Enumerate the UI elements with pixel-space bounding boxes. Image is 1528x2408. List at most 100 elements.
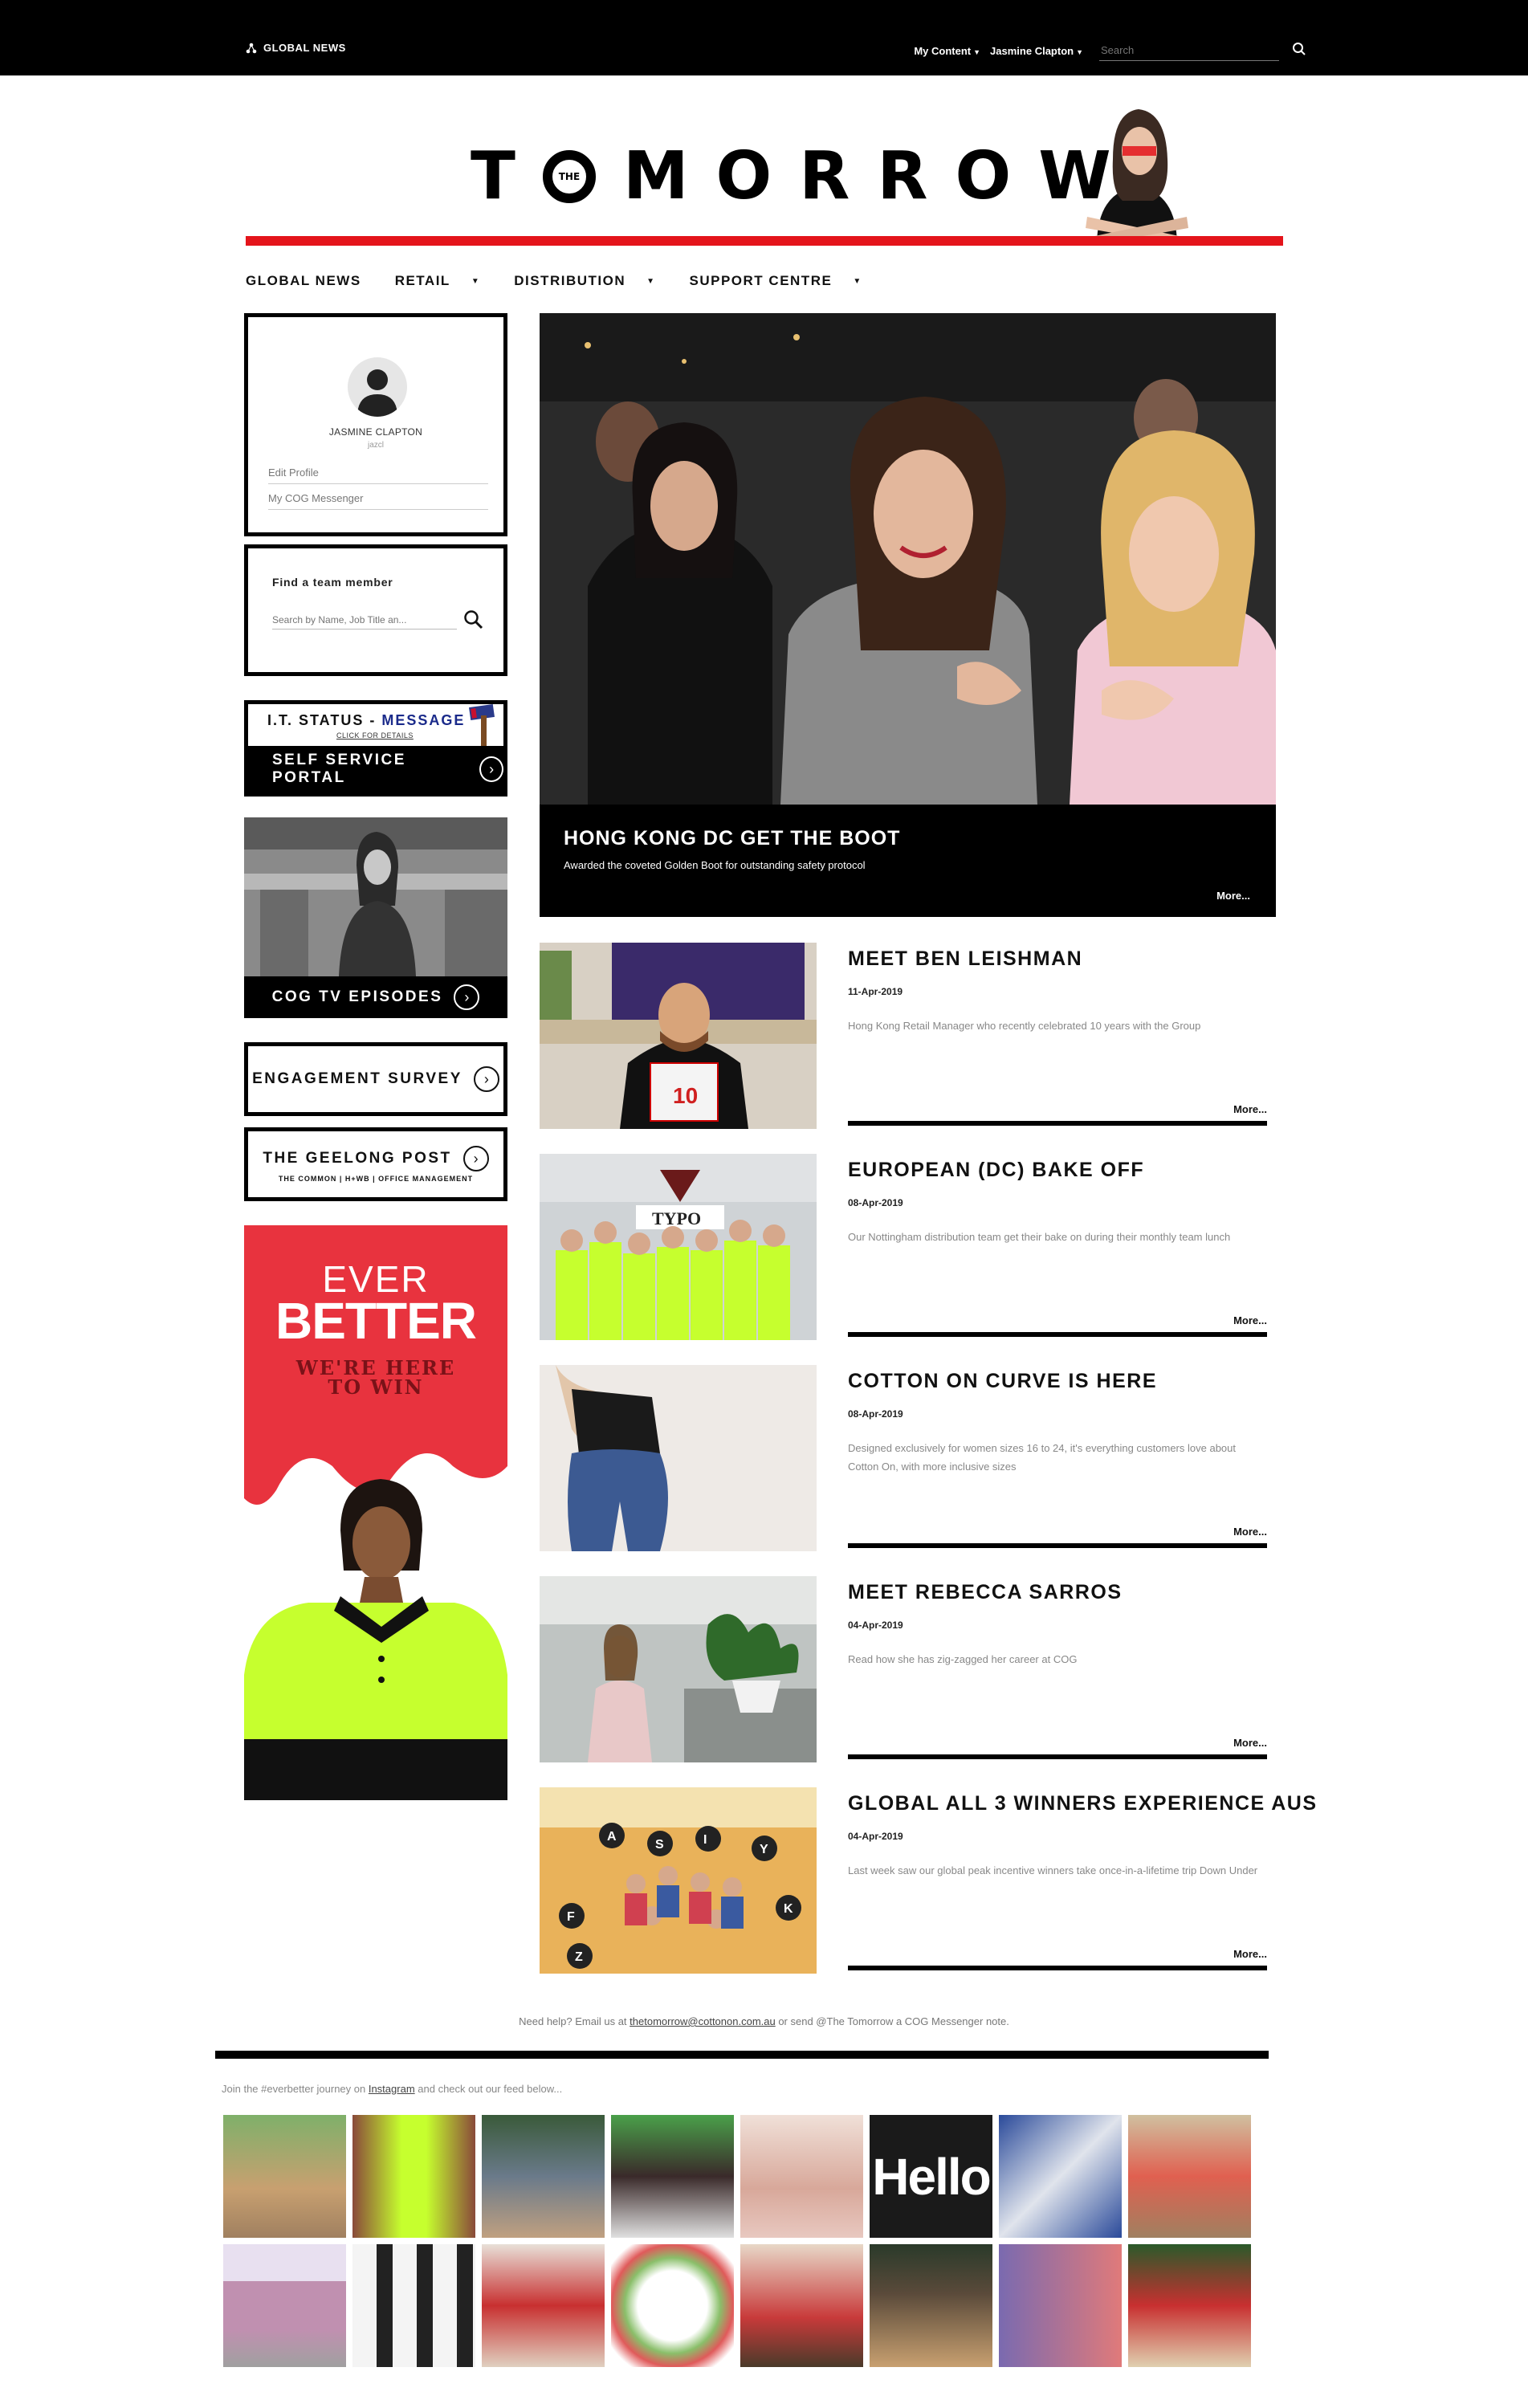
cog-messenger-link[interactable]: My COG Messenger — [268, 492, 488, 510]
instagram-post[interactable] — [740, 2244, 863, 2367]
brand-label: GLOBAL NEWS — [263, 42, 346, 54]
instagram-post[interactable] — [352, 2244, 475, 2367]
user-menu[interactable]: Jasmine Clapton ▼ — [990, 45, 1083, 57]
instagram-link[interactable]: Instagram — [369, 2083, 415, 2095]
svg-text:K: K — [784, 1902, 793, 1916]
engagement-survey-button[interactable]: ENGAGEMENT SURVEY › — [244, 1042, 507, 1116]
search-icon[interactable] — [1292, 42, 1306, 56]
article-more-link[interactable]: More... — [1233, 1526, 1267, 1538]
article-date: 11-Apr-2019 — [848, 986, 903, 997]
article-title[interactable]: GLOBAL ALL 3 WINNERS EXPERIENCE AUS — [848, 1792, 1318, 1815]
article-divider — [848, 1121, 1267, 1126]
instagram-post[interactable] — [482, 2244, 605, 2367]
help-email-link[interactable]: thetomorrow@cottonon.com.au — [630, 2015, 776, 2027]
nav-global-news[interactable]: GLOBAL NEWS — [246, 273, 361, 289]
article-more-link[interactable]: More... — [1233, 1103, 1267, 1115]
instagram-post[interactable] — [223, 2115, 346, 2238]
global-news-home-link[interactable]: GLOBAL NEWS — [246, 42, 346, 54]
search-icon[interactable] — [463, 609, 484, 630]
it-status-details-link[interactable]: CLICK FOR DETAILS — [336, 731, 414, 740]
svg-text:S: S — [655, 1838, 664, 1852]
user-menu-label: Jasmine Clapton — [990, 44, 1074, 57]
instagram-feed: Hello — [223, 2115, 1257, 2367]
nav-label: DISTRIBUTION — [514, 273, 626, 288]
masthead: T THE MORROW. — [246, 75, 1283, 246]
chevron-down-icon: ▼ — [646, 276, 656, 286]
article-thumbnail-rebecca[interactable] — [540, 1576, 817, 1762]
finder-title: Find a team member — [272, 576, 393, 589]
instagram-post[interactable] — [1128, 2115, 1251, 2238]
portal-label: SELF SERVICE PORTAL — [272, 752, 406, 786]
article-divider — [848, 1332, 1267, 1337]
geelong-post-button[interactable]: THE GEELONG POST › THE COMMON | H+WB | O… — [244, 1127, 507, 1201]
nav-retail[interactable]: RETAIL ▼ — [395, 273, 481, 289]
article-date: 04-Apr-2019 — [848, 1831, 903, 1842]
instagram-post[interactable] — [223, 2244, 346, 2367]
svg-text:TYPO: TYPO — [652, 1208, 701, 1228]
article-date: 04-Apr-2019 — [848, 1620, 903, 1631]
article-more-link[interactable]: More... — [1233, 1948, 1267, 1960]
top-bar: GLOBAL NEWS My Content ▼ Jasmine Clapton ▼ — [0, 0, 1528, 75]
article-divider — [848, 1543, 1267, 1548]
my-content-menu[interactable]: My Content ▼ — [914, 45, 980, 57]
article-thumbnail-bakeoff[interactable]: TYPO — [540, 1154, 817, 1340]
article-title[interactable]: MEET REBECCA SARROS — [848, 1581, 1123, 1604]
hero-more-link[interactable]: More... — [1216, 890, 1250, 902]
chevron-down-icon: ▼ — [853, 276, 862, 286]
gavel-icon — [469, 703, 495, 751]
instagram-post[interactable] — [352, 2115, 475, 2238]
article-thumbnail-winners[interactable]: A S I Y F K Z — [540, 1787, 817, 1974]
nav-label: RETAIL — [394, 273, 450, 288]
article-divider — [848, 1966, 1267, 1970]
instagram-post[interactable] — [870, 2244, 992, 2367]
nav-support-centre[interactable]: SUPPORT CENTRE ▼ — [690, 273, 862, 289]
instagram-post[interactable] — [999, 2115, 1122, 2238]
it-status-card[interactable]: I.T. STATUS - MESSAGE CLICK FOR DETAILS … — [244, 700, 507, 797]
main-nav: GLOBAL NEWS RETAIL ▼ DISTRIBUTION ▼ SUPPOR… — [246, 273, 896, 289]
ad-tagline: WE'RE HERE TO WIN — [295, 1356, 456, 1399]
instagram-post[interactable] — [611, 2115, 734, 2238]
instagram-post[interactable] — [999, 2244, 1122, 2367]
help-text: Need help? Email us at thetomorrow@cotto… — [519, 2015, 1009, 2027]
article-item: A S I Y F K Z GLOBAL ALL 3 WINNERS EXPERIENCE… — [540, 1787, 1316, 1974]
instagram-post[interactable] — [611, 2244, 734, 2367]
nav-label: GLOBAL NEWS — [246, 273, 361, 288]
cog-tv-card[interactable]: COG TV EPISODES › — [244, 817, 507, 1018]
search-input[interactable] — [1099, 43, 1260, 57]
article-divider — [848, 1754, 1267, 1759]
team-search-input[interactable] — [272, 611, 457, 630]
chevron-right-icon: › — [479, 756, 503, 782]
article-summary: Last week saw our global peak incentive … — [848, 1864, 1258, 1876]
instagram-intro: Join the #everbetter journey on Instagra… — [222, 2083, 563, 2095]
article-more-link[interactable]: More... — [1233, 1314, 1267, 1326]
article-thumbnail-curve[interactable] — [540, 1365, 817, 1551]
avatar[interactable] — [348, 357, 407, 417]
nav-distribution[interactable]: DISTRIBUTION ▼ — [514, 273, 655, 289]
instagram-hello-text: Hello — [872, 2148, 991, 2206]
article-title[interactable]: MEET BEN LEISHMAN — [848, 947, 1082, 971]
ever-better-banner[interactable]: EVER BETTER WE'RE HERE TO WIN — [244, 1225, 507, 1800]
hero-title[interactable]: HONG KONG DC GET THE BOOT — [564, 827, 900, 850]
instagram-post[interactable] — [1128, 2244, 1251, 2367]
top-search — [1099, 40, 1306, 61]
article-date: 08-Apr-2019 — [848, 1408, 903, 1420]
instagram-post[interactable] — [482, 2115, 605, 2238]
hero-story[interactable]: HONG KONG DC GET THE BOOT Awarded the co… — [540, 313, 1276, 917]
cog-tv-label: COG TV EPISODES — [271, 988, 443, 1005]
article-title[interactable]: COTTON ON CURVE IS HERE — [848, 1370, 1157, 1393]
article-summary: Hong Kong Retail Manager who recently ce… — [848, 1020, 1201, 1032]
hero-crowd-image — [540, 313, 1276, 805]
instagram-post[interactable]: Hello — [870, 2115, 992, 2238]
article-more-link[interactable]: More... — [1233, 1737, 1267, 1749]
instagram-post[interactable] — [740, 2115, 863, 2238]
cog-tv-host-image — [244, 817, 507, 976]
article-summary: Designed exclusively for women sizes 16 … — [848, 1442, 1236, 1473]
edit-profile-link[interactable]: Edit Profile — [268, 467, 488, 484]
cog-tv-button[interactable]: COG TV EPISODES › — [244, 976, 507, 1018]
mascot-woman-image — [1086, 109, 1188, 246]
top-bar-right: My Content ▼ Jasmine Clapton ▼ — [914, 40, 1306, 61]
network-icon — [246, 43, 257, 53]
self-service-portal-button[interactable]: SELF SERVICE PORTAL › — [248, 746, 503, 792]
article-thumbnail-ben[interactable]: 10 — [540, 943, 817, 1129]
article-title[interactable]: EUROPEAN (DC) BAKE OFF — [848, 1159, 1144, 1182]
